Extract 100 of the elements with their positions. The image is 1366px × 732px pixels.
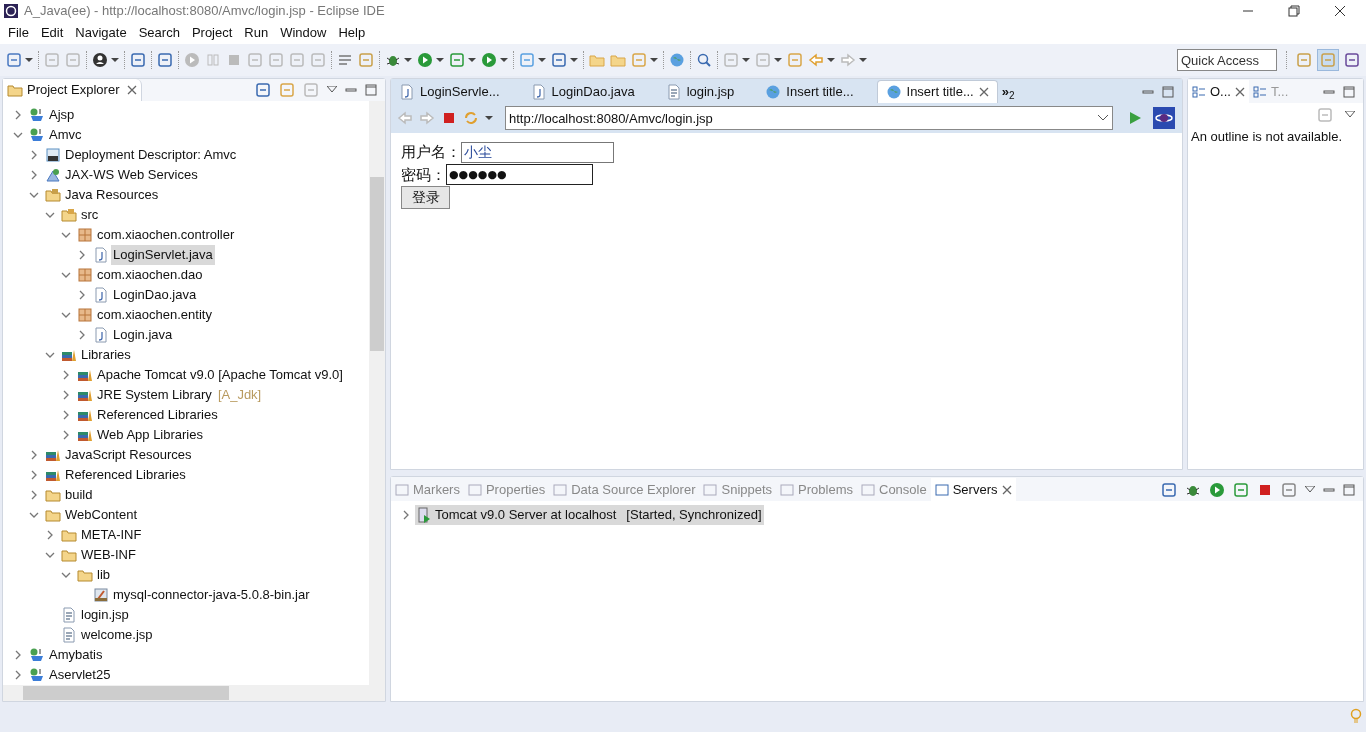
person-icon[interactable]: [92, 52, 108, 68]
tree-item-label[interactable]: JRE System Library: [95, 385, 214, 405]
menu-item[interactable]: Search: [132, 23, 186, 43]
document-icon: [61, 607, 77, 623]
dropdown-caret-icon[interactable]: [859, 56, 867, 64]
editor-tab[interactable]: Insert title...: [876, 80, 998, 103]
maximize-icon[interactable]: [1343, 483, 1355, 496]
dropdown-caret-icon[interactable]: [436, 56, 444, 64]
dropdown-caret-icon[interactable]: [404, 56, 412, 64]
run-icon[interactable]: [417, 52, 433, 68]
vertical-scrollbar[interactable]: [369, 101, 385, 685]
jar-icon: [93, 587, 109, 603]
server-row[interactable]: Tomcat v9.0 Server at localhost [Started, Synchronized]: [415, 505, 764, 525]
search-icon[interactable]: [696, 52, 712, 68]
tree-item-label[interactable]: lib: [95, 565, 112, 585]
dropdown-caret-icon[interactable]: [500, 56, 508, 64]
menu-item[interactable]: File: [2, 23, 35, 43]
restore-icon[interactable]: [1288, 5, 1300, 17]
web-service-icon: [45, 167, 61, 183]
tree-item-label[interactable]: LoginDao.java: [111, 285, 199, 305]
list-icon[interactable]: [337, 52, 353, 68]
menu-item[interactable]: Help: [332, 23, 372, 43]
tree-item-label[interactable]: mysql-connector-java-5.0.8-bin.jar: [111, 585, 312, 605]
tree-item-label[interactable]: JAX-WS Web Services: [63, 165, 200, 185]
tree-item-label[interactable]: com.xiaochen.controller: [95, 225, 237, 245]
folder-icon: [61, 527, 77, 543]
dropdown-caret-icon[interactable]: [827, 56, 835, 64]
close-icon[interactable]: [1001, 484, 1012, 495]
view-tab[interactable]: O...: [1188, 80, 1249, 103]
tree-item-label[interactable]: Amvc: [47, 125, 84, 145]
menu-item[interactable]: Navigate: [69, 23, 133, 43]
editor-tab[interactable]: LoginDao.java: [522, 80, 658, 103]
globe-icon[interactable]: [669, 52, 685, 68]
close-icon[interactable]: [1234, 86, 1245, 97]
dropdown-caret-icon[interactable]: [111, 56, 119, 64]
view-menu-icon[interactable]: [327, 86, 337, 94]
tree-item-label[interactable]: build: [63, 485, 95, 505]
close-icon[interactable]: [127, 85, 138, 95]
dropdown-caret-icon[interactable]: [468, 56, 476, 64]
horizontal-scrollbar[interactable]: [3, 685, 385, 701]
menu-item[interactable]: Run: [238, 23, 275, 43]
maximize-icon[interactable]: [365, 84, 377, 96]
view-menu-icon[interactable]: [1345, 111, 1355, 119]
password-field[interactable]: ●●●●●●: [446, 164, 593, 186]
editor-tab[interactable]: login.jsp: [657, 80, 758, 103]
address-field[interactable]: http://localhost:8080/Amvc/login.jsp: [505, 106, 1113, 130]
dropdown-chevron-icon[interactable]: [1097, 114, 1109, 122]
tree-item-label[interactable]: welcome.jsp: [79, 625, 155, 645]
dropdown-caret-icon[interactable]: [485, 114, 493, 122]
tree-item-label[interactable]: META-INF: [79, 525, 144, 545]
username-field[interactable]: 小尘: [461, 141, 614, 163]
tree-item-label[interactable]: Libraries: [79, 345, 133, 365]
menu-item[interactable]: Window: [274, 23, 333, 43]
close-icon[interactable]: [978, 87, 989, 97]
stop-icon[interactable]: [441, 110, 457, 126]
browser-logo-icon[interactable]: [1153, 107, 1175, 129]
tree-item-label[interactable]: com.xiaochen.dao: [95, 265, 205, 285]
tree-item-label[interactable]: Login.java: [111, 325, 175, 345]
tree-item-label[interactable]: Referenced Libraries: [95, 405, 220, 425]
tree-item-label[interactable]: Ajsp: [47, 105, 77, 125]
dropdown-caret-icon[interactable]: [25, 56, 33, 64]
package-icon: [77, 227, 93, 243]
tree-item-label[interactable]: Amybatis: [47, 645, 105, 665]
maximize-icon[interactable]: [1343, 85, 1355, 98]
go-icon[interactable]: [1127, 110, 1143, 126]
view-tab[interactable]: Servers: [930, 478, 1016, 501]
tree-item-label[interactable]: Referenced Libraries: [63, 465, 188, 485]
tree-item-label[interactable]: login.jsp: [79, 605, 131, 625]
server-run-icon[interactable]: [481, 52, 497, 68]
close-icon[interactable]: [1334, 5, 1346, 17]
login-button[interactable]: 登录: [401, 186, 450, 209]
tree-item-label[interactable]: WebContent: [63, 505, 140, 525]
outline-icon: [1252, 84, 1267, 99]
password-label: 密码：: [401, 164, 446, 186]
editor-tab[interactable]: LoginServle...: [391, 80, 523, 103]
outline-icon: [1192, 84, 1206, 99]
dropdown-caret-icon[interactable]: [538, 56, 546, 64]
folder-icon: [45, 487, 61, 503]
run-icon[interactable]: [1209, 481, 1225, 498]
tree-item-label[interactable]: LoginServlet.java: [111, 245, 215, 265]
tree-item-label[interactable]: Aservlet25: [47, 665, 113, 685]
tree-item-label[interactable]: WEB-INF: [79, 545, 138, 565]
menu-item[interactable]: Edit: [34, 23, 70, 43]
menu-item[interactable]: Project: [185, 23, 239, 43]
view-menu-icon[interactable]: [1305, 485, 1315, 494]
tree-item-label[interactable]: Apache Tomcat v9.0 [Apache Tomcat v9.0]: [95, 365, 345, 385]
tree-item-label[interactable]: Web App Libraries: [95, 425, 205, 445]
tree-item-label[interactable]: Deployment Descriptor: Amvc: [63, 145, 239, 165]
tree-item-label[interactable]: Java Resources: [63, 185, 161, 205]
maximize-icon[interactable]: [1162, 85, 1174, 98]
tree-item-label[interactable]: src: [79, 205, 101, 225]
tree-item-label[interactable]: JavaScript Resources: [63, 445, 194, 465]
view-icon: [861, 482, 875, 497]
dropdown-caret-icon[interactable]: [650, 56, 658, 64]
editor-tab[interactable]: Insert title...: [757, 80, 877, 103]
tree-item-label[interactable]: com.xiaochen.entity: [95, 305, 214, 325]
dropdown-caret-icon[interactable]: [774, 56, 782, 64]
dropdown-caret-icon[interactable]: [570, 56, 578, 64]
dropdown-caret-icon[interactable]: [742, 56, 750, 64]
quick-access-field[interactable]: Quick Access: [1177, 49, 1277, 71]
